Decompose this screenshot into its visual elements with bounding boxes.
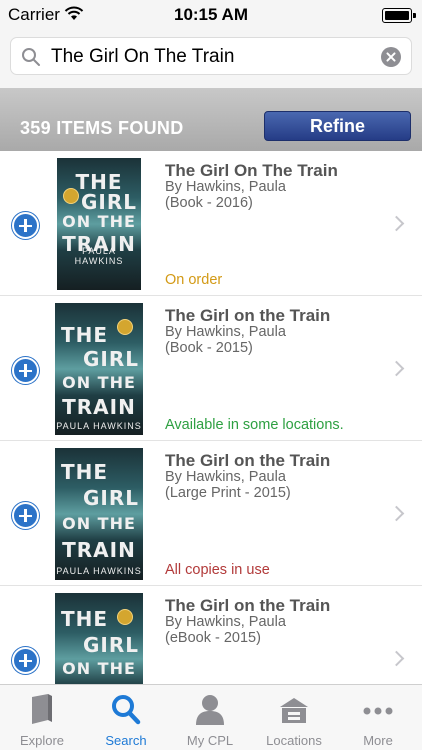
list-item[interactable]: THE GIRL ON THE TRAIN PAULA HAWKINS The … <box>0 296 422 441</box>
person-icon <box>196 695 224 725</box>
tab-label: Search <box>105 733 147 748</box>
cover-line: GIRL <box>82 633 139 657</box>
chevron-right-icon <box>388 360 405 377</box>
list-item[interactable]: THE GIRL ON THE The Girl on the Train By… <box>0 586 422 684</box>
tab-label: My CPL <box>186 733 234 748</box>
clear-search-icon[interactable] <box>381 47 401 67</box>
chevron-right-icon <box>388 215 405 232</box>
search-bar-container: The Girl On The Train <box>0 32 422 88</box>
list-item[interactable]: THE GIRL ON THE TRAIN PAULA HAWKINS The … <box>0 441 422 586</box>
tab-label: More <box>363 733 393 748</box>
magnifier-icon <box>22 48 40 66</box>
battery-icon <box>382 8 416 23</box>
tab-my-cpl[interactable]: My CPL <box>168 685 252 750</box>
cover-author: PAULA HAWKINS <box>56 566 142 576</box>
book-cover-image: THE GIRL ON THE TRAIN PAULA HAWKINS <box>57 158 141 290</box>
add-to-list-button[interactable] <box>12 647 39 674</box>
item-title: The Girl on the Train <box>165 306 331 325</box>
cover-line: THE <box>61 460 109 484</box>
cover-line: ON THE <box>62 212 136 231</box>
tab-label: Locations <box>266 733 322 748</box>
add-to-list-button[interactable] <box>12 502 39 529</box>
cover-line: THE <box>61 607 109 631</box>
item-format: (Book - 2016) <box>165 195 253 211</box>
result-count: 359 ITEMS FOUND <box>20 118 184 138</box>
cover-line: ON THE <box>62 659 136 678</box>
search-query[interactable]: The Girl On The Train <box>51 46 234 68</box>
book-cover-image: THE GIRL ON THE <box>55 593 143 684</box>
search-input[interactable]: The Girl On The Train <box>10 37 412 75</box>
book-cover-image: THE GIRL ON THE TRAIN PAULA HAWKINS <box>55 303 143 435</box>
cover-author: PAULA HAWKINS <box>74 246 124 266</box>
cover-line: GIRL <box>80 190 137 214</box>
add-to-list-button[interactable] <box>12 212 39 239</box>
refine-button[interactable]: Refine <box>264 111 411 141</box>
cover-line: GIRL <box>82 486 139 510</box>
item-author: By Hawkins, Paula <box>165 469 286 485</box>
item-author: By Hawkins, Paula <box>165 324 286 340</box>
book-icon <box>32 694 52 724</box>
item-format: (eBook - 2015) <box>165 630 261 646</box>
item-title: The Girl on the Train <box>165 596 331 615</box>
item-status: Available in some locations. <box>165 417 344 433</box>
search-icon <box>112 695 141 725</box>
tab-bar: Explore Search My CPL Locations More <box>0 684 422 750</box>
cover-line: ON THE <box>62 514 136 533</box>
item-author: By Hawkins, Paula <box>165 614 286 630</box>
item-format: (Large Print - 2015) <box>165 485 291 501</box>
book-cover-image: THE GIRL ON THE TRAIN PAULA HAWKINS <box>55 448 143 580</box>
item-author: By Hawkins, Paula <box>165 179 286 195</box>
item-status: All copies in use <box>165 562 270 578</box>
cover-author: PAULA HAWKINS <box>56 421 142 431</box>
item-title: The Girl On The Train <box>165 161 338 180</box>
results-list: THE GIRL ON THE TRAIN PAULA HAWKINS The … <box>0 151 422 684</box>
chevron-right-icon <box>388 650 405 667</box>
list-item[interactable]: THE GIRL ON THE TRAIN PAULA HAWKINS The … <box>0 151 422 296</box>
cover-line: TRAIN <box>62 538 136 562</box>
clock: 10:15 AM <box>173 5 248 24</box>
cover-line: TRAIN <box>62 395 136 419</box>
library-building-icon <box>280 698 308 723</box>
cover-line: ON THE <box>62 373 136 392</box>
item-format: (Book - 2015) <box>165 340 253 356</box>
item-status: On order <box>165 272 223 288</box>
tab-label: Explore <box>19 733 65 748</box>
cover-line: GIRL <box>82 347 139 371</box>
tab-search[interactable]: Search <box>84 685 168 750</box>
tab-more[interactable]: More <box>336 685 420 750</box>
status-bar: Carrier 10:15 AM <box>0 0 422 32</box>
chevron-right-icon <box>388 505 405 522</box>
add-to-list-button[interactable] <box>12 357 39 384</box>
results-header: 359 ITEMS FOUND Refine <box>0 88 422 151</box>
tab-explore[interactable]: Explore <box>0 685 84 750</box>
item-title: The Girl on the Train <box>165 451 331 470</box>
tab-locations[interactable]: Locations <box>252 685 336 750</box>
cover-line: THE <box>61 323 109 347</box>
more-dots-icon <box>363 707 393 715</box>
